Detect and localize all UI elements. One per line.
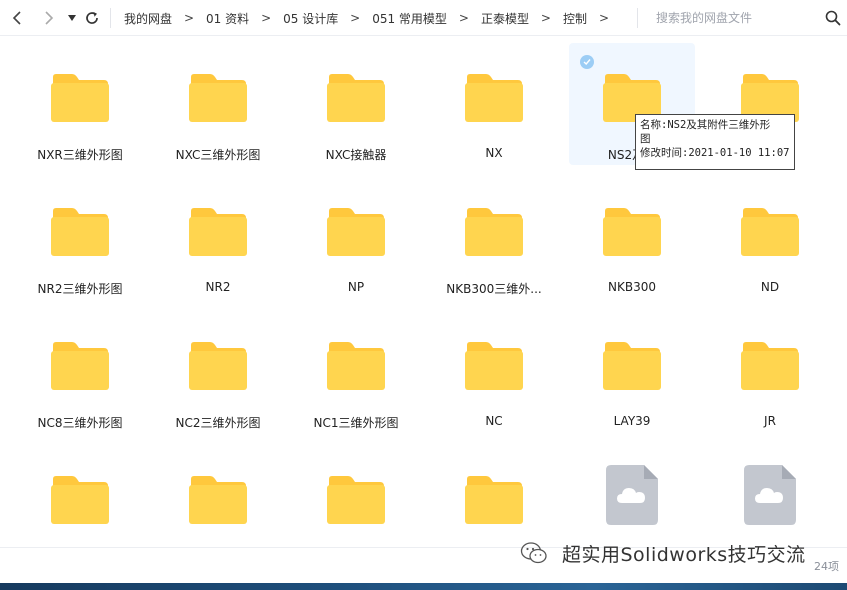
checkmark-icon[interactable] (580, 55, 594, 69)
folder-icon (603, 342, 661, 390)
item-label: ND (760, 280, 780, 294)
divider (110, 8, 111, 28)
folder-icon (51, 74, 109, 122)
folder-item[interactable]: NR2 (155, 177, 281, 299)
folder-item[interactable]: NP (293, 177, 419, 299)
folder-item[interactable]: ND (707, 177, 833, 299)
search-input[interactable] (648, 5, 842, 31)
file-tooltip: 名称:NS2及其附件三维外形 图 修改时间:2021-01-10 11:07 (635, 114, 795, 170)
folder-item[interactable]: JR (707, 311, 833, 433)
item-label: NC2三维外形图 (175, 416, 261, 430)
tooltip-name-cont: 图 (640, 133, 651, 145)
refresh-button[interactable] (81, 7, 103, 29)
folder-item[interactable]: NC1三维外形图 (293, 311, 419, 433)
folder-item[interactable]: 5A (155, 445, 281, 547)
file-item[interactable] (569, 445, 695, 547)
folder-icon (189, 342, 247, 390)
forward-button[interactable] (37, 7, 59, 29)
folder-icon (189, 74, 247, 122)
item-label: NC8三维外形图 (37, 416, 123, 430)
folder-icon (465, 342, 523, 390)
item-count: 24项 (814, 560, 839, 573)
folder-item[interactable]: 5A三维外形图 (17, 445, 143, 547)
breadcrumb-separator: > (540, 11, 551, 25)
breadcrumb-item[interactable]: 控制 (563, 10, 587, 27)
folder-icon (51, 476, 109, 524)
item-label: NXC三维外形图 (175, 148, 261, 162)
folder-icon (465, 74, 523, 122)
folder-item[interactable]: NKB300三维外... (431, 177, 557, 299)
item-label: NR2 (205, 280, 231, 294)
breadcrumb-item[interactable]: 正泰模型 (481, 10, 529, 27)
breadcrumb-item[interactable]: 我的网盘 (124, 10, 172, 27)
chevron-right-icon (45, 11, 54, 25)
folder-item[interactable]: NC2三维外形图 (155, 311, 281, 433)
item-label: NX (485, 146, 503, 160)
folder-icon (327, 74, 385, 122)
taskbar-strip (0, 583, 847, 590)
folder-icon (51, 208, 109, 256)
breadcrumb: 我的网盘 >01 资料 >05 设计库 >051 常用模型 > 正泰模型 > 控制 > (124, 0, 621, 36)
breadcrumb-separator: > (598, 11, 609, 25)
item-label: NR2三维外形图 (37, 282, 123, 296)
search-icon[interactable] (824, 9, 842, 27)
caret-down-icon (68, 15, 76, 21)
item-label: NKB300三维外... (446, 282, 542, 296)
folder-icon (327, 208, 385, 256)
item-label: NC (485, 414, 503, 428)
watermark: 超实用Solidworks技巧交流 (520, 538, 806, 568)
folder-icon (741, 342, 799, 390)
refresh-icon (86, 12, 98, 24)
divider (637, 8, 638, 28)
folder-item[interactable]: NR2三维外形图 (17, 177, 143, 299)
folder-icon (51, 342, 109, 390)
folder-icon (189, 208, 247, 256)
folder-icon (465, 476, 523, 524)
breadcrumb-item[interactable]: 05 设计库 (283, 10, 338, 27)
cloud-file-icon (606, 465, 658, 525)
folder-icon (189, 476, 247, 524)
back-button[interactable] (7, 7, 29, 29)
folder-item[interactable]: NXC三维外形图 (155, 43, 281, 165)
folder-item[interactable]: LAY39 (569, 311, 695, 433)
item-label: NC1三维外形图 (313, 416, 399, 430)
item-label: NP (347, 280, 365, 294)
tooltip-modified: 修改时间:2021-01-10 11:07 (640, 147, 790, 159)
folder-item[interactable]: NXC接触器 (293, 43, 419, 165)
folder-item[interactable]: NC8三维外形图 (17, 311, 143, 433)
folder-icon (741, 208, 799, 256)
item-label: NXR三维外形图 (37, 148, 123, 162)
file-item[interactable] (707, 445, 833, 547)
toolbar: 我的网盘 >01 资料 >05 设计库 >051 常用模型 > 正泰模型 > 控制 > (0, 0, 847, 36)
breadcrumb-item[interactable]: 01 资料 (206, 10, 249, 27)
folder-item[interactable]: CJX2三维外形图 (293, 445, 419, 547)
cloud-file-icon (744, 465, 796, 525)
tooltip-name: 名称:NS2及其附件三维外形 (640, 119, 771, 131)
folder-icon (327, 476, 385, 524)
chevron-left-icon (12, 11, 21, 25)
breadcrumb-separator: > (183, 11, 195, 25)
folder-icon (327, 342, 385, 390)
breadcrumb-separator: > (458, 11, 469, 25)
item-label: JR (764, 414, 776, 428)
folder-icon (465, 208, 523, 256)
breadcrumb-separator: > (261, 11, 272, 25)
breadcrumb-item[interactable]: 051 常用模型 (372, 10, 447, 27)
folder-icon (603, 208, 661, 256)
folder-item[interactable]: NC (431, 311, 557, 433)
folder-item[interactable]: NKB300 (569, 177, 695, 299)
watermark-text: 超实用Solidworks技巧交流 (562, 543, 806, 566)
folder-item[interactable]: NX (431, 43, 557, 165)
item-label: LAY39 (613, 414, 651, 428)
folder-item[interactable]: CJ (431, 445, 557, 547)
item-label: NXC接触器 (325, 148, 387, 162)
item-label: NKB300 (608, 280, 656, 294)
history-dropdown-button[interactable] (61, 7, 83, 29)
wechat-icon (520, 542, 547, 564)
folder-item[interactable]: NXR三维外形图 (17, 43, 143, 165)
breadcrumb-separator: > (350, 11, 361, 25)
